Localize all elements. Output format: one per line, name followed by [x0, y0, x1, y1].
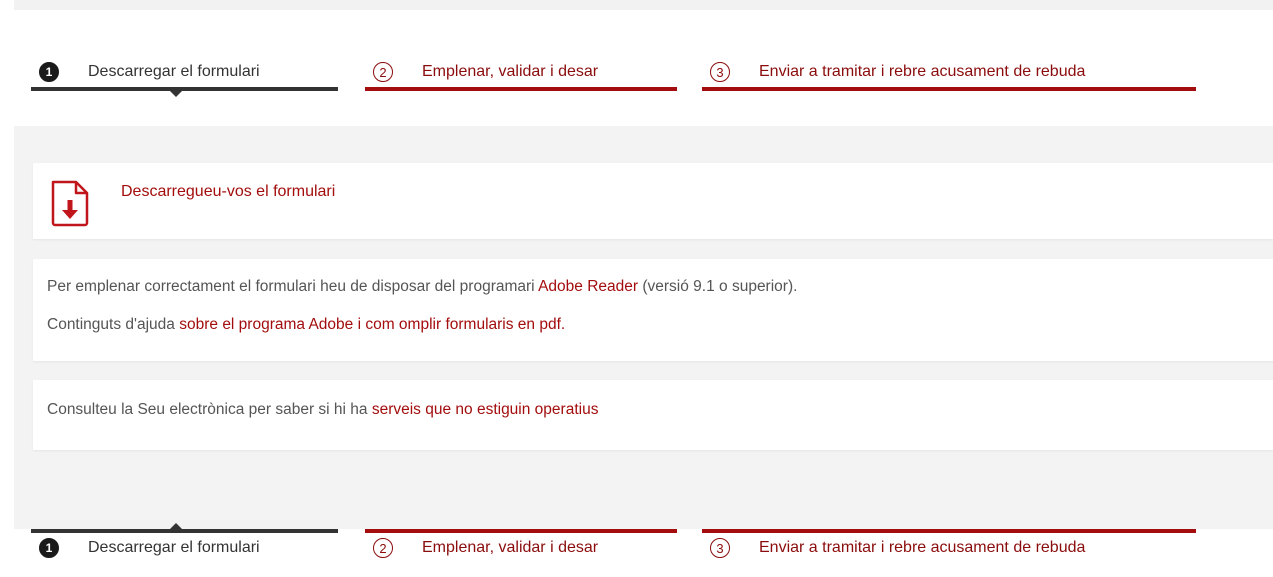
- step-number-badge: 2: [373, 538, 393, 558]
- step-number-badge: 1: [39, 62, 59, 82]
- page: 1 Descarregar el formulari 2 Emplenar, v…: [0, 0, 1273, 577]
- step-number-badge: 3: [710, 62, 730, 82]
- help-content-text: Continguts d'ajuda sobre el programa Ado…: [47, 316, 565, 334]
- active-step-caret-icon: [170, 91, 182, 97]
- service-status-text: Consulteu la Seu electrònica per saber s…: [47, 401, 598, 419]
- info-card: Per emplenar correctament el formulari h…: [33, 259, 1273, 361]
- step-number-badge: 3: [710, 538, 730, 558]
- info-text: (versió 9.1 o superior).: [638, 278, 798, 295]
- pdf-download-icon[interactable]: [50, 179, 90, 227]
- notice-text: Consulteu la Seu electrònica per saber s…: [47, 401, 372, 418]
- step-underline: [702, 529, 1196, 533]
- top-strip: [14, 0, 1273, 10]
- step-underline: [365, 529, 677, 533]
- step-underline-active: [31, 529, 338, 533]
- step-number-badge: 1: [39, 538, 59, 558]
- step-label: Enviar a tramitar i rebre acusament de r…: [759, 539, 1086, 556]
- step-send-receive-receipt[interactable]: 3 Enviar a tramitar i rebre acusament de…: [702, 528, 1196, 568]
- step-label: Emplenar, validar i desar: [422, 63, 599, 80]
- adobe-requirement-text: Per emplenar correctament el formulari h…: [47, 278, 797, 296]
- inoperative-services-link[interactable]: serveis que no estiguin operatius: [372, 401, 599, 418]
- adobe-help-link[interactable]: sobre el programa Adobe i com omplir for…: [179, 316, 565, 333]
- step-label: Descarregar el formulari: [88, 539, 260, 556]
- active-step-caret-icon: [170, 523, 182, 529]
- step-underline: [702, 87, 1196, 91]
- step-label: Emplenar, validar i desar: [422, 539, 599, 556]
- step-send-receive-receipt[interactable]: 3 Enviar a tramitar i rebre acusament de…: [702, 52, 1196, 92]
- download-form-link[interactable]: Descarregueu-vos el formulari: [121, 183, 335, 201]
- info-text: Per emplenar correctament el formulari h…: [47, 278, 539, 295]
- step-label: Descarregar el formulari: [88, 63, 260, 80]
- notice-card: Consulteu la Seu electrònica per saber s…: [33, 380, 1273, 450]
- steps-nav-top: 1 Descarregar el formulari 2 Emplenar, v…: [31, 52, 1201, 97]
- step-fill-validate-save[interactable]: 2 Emplenar, validar i desar: [365, 52, 677, 92]
- download-card: Descarregueu-vos el formulari: [33, 163, 1273, 239]
- step-download-form[interactable]: 1 Descarregar el formulari: [31, 52, 338, 92]
- step-fill-validate-save[interactable]: 2 Emplenar, validar i desar: [365, 528, 677, 568]
- step-underline: [365, 87, 677, 91]
- adobe-reader-link[interactable]: Adobe Reader: [538, 278, 638, 295]
- step-label: Enviar a tramitar i rebre acusament de r…: [759, 63, 1086, 80]
- step-download-form[interactable]: 1 Descarregar el formulari: [31, 528, 338, 568]
- step-underline-active: [31, 87, 338, 91]
- step-number-badge: 2: [373, 62, 393, 82]
- steps-nav-bottom: 1 Descarregar el formulari 2 Emplenar, v…: [31, 523, 1201, 568]
- info-text: Continguts d'ajuda: [47, 316, 180, 333]
